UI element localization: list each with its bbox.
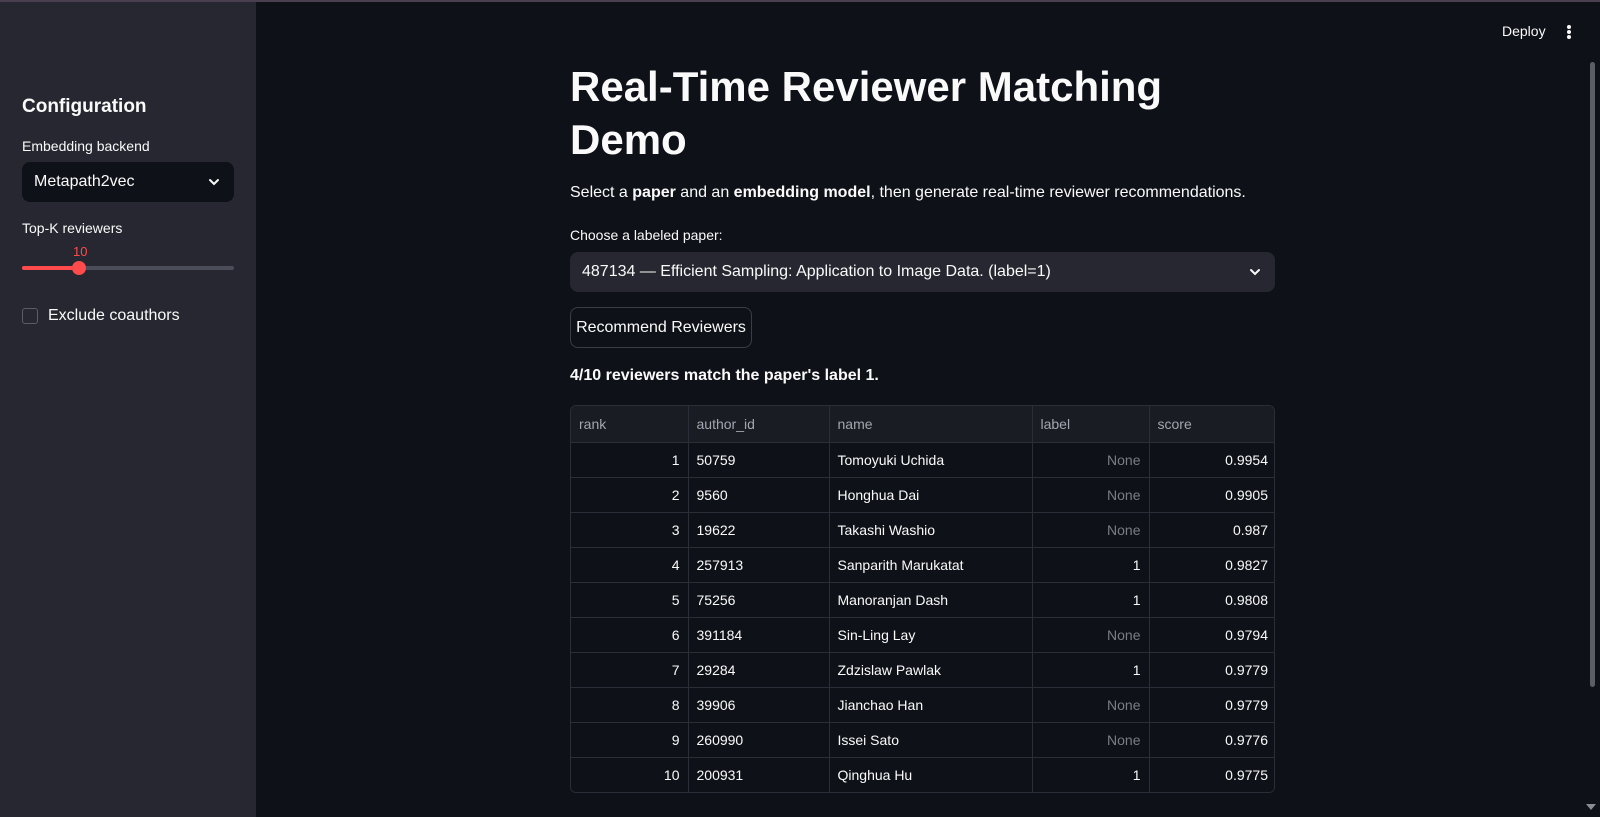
cell-name[interactable]: Issei Sato — [829, 722, 1033, 758]
cell-score[interactable]: 0.9827 — [1149, 547, 1274, 583]
cell-label[interactable]: 1 — [1032, 652, 1150, 688]
intro-text: Select a paper and an embedding model, t… — [570, 184, 1246, 201]
cell-name[interactable]: Zdzislaw Pawlak — [829, 652, 1033, 688]
cell-name[interactable]: Manoranjan Dash — [829, 582, 1033, 618]
cell-label[interactable]: 1 — [1032, 582, 1150, 618]
cell-score[interactable]: 0.9794 — [1149, 617, 1274, 653]
exclude-coauthors-label: Exclude coauthors — [48, 307, 180, 324]
cell-rank[interactable]: 5 — [571, 582, 689, 618]
backend-select-value: Metapath2vec — [34, 173, 135, 190]
backend-select[interactable]: Metapath2vec — [22, 162, 234, 202]
paper-select[interactable]: 487134 — Efficient Sampling: Application… — [570, 252, 1275, 292]
topk-label: Top-K reviewers — [22, 220, 123, 236]
cell-rank[interactable]: 4 — [571, 547, 689, 583]
main-menu-icon[interactable] — [1563, 22, 1575, 42]
cell-label[interactable]: 1 — [1032, 547, 1150, 583]
paper-select-label: Choose a labeled paper: — [570, 227, 723, 243]
cell-score[interactable]: 0.987 — [1149, 512, 1274, 548]
cell-score[interactable]: 0.9954 — [1149, 442, 1274, 478]
scroll-down-icon[interactable] — [1586, 804, 1596, 810]
cell-score[interactable]: 0.9779 — [1149, 687, 1274, 723]
table-row: 8 39906 Jianchao Han None 0.9779 — [571, 687, 1274, 723]
column-header-label[interactable]: label — [1032, 406, 1150, 443]
table-row: 2 9560 Honghua Dai None 0.9905 — [571, 477, 1274, 513]
cell-name[interactable]: Sin-Ling Lay — [829, 617, 1033, 653]
cell-score[interactable]: 0.9779 — [1149, 652, 1274, 688]
column-header-score[interactable]: score — [1149, 406, 1274, 443]
recommend-reviewers-button[interactable]: Recommend Reviewers — [570, 307, 752, 348]
sidebar-title: Configuration — [22, 96, 147, 117]
cell-rank[interactable]: 8 — [571, 687, 689, 723]
cell-label[interactable]: 1 — [1032, 757, 1150, 792]
cell-name[interactable]: Jianchao Han — [829, 687, 1033, 723]
cell-rank[interactable]: 7 — [571, 652, 689, 688]
cell-author-id[interactable]: 75256 — [688, 582, 830, 618]
table-row: 10 200931 Qinghua Hu 1 0.9775 — [571, 757, 1274, 792]
cell-name[interactable]: Tomoyuki Uchida — [829, 442, 1033, 478]
cell-name[interactable]: Qinghua Hu — [829, 757, 1033, 792]
table-row: 7 29284 Zdzislaw Pawlak 1 0.9779 — [571, 652, 1274, 688]
table-row: 3 19622 Takashi Washio None 0.987 — [571, 512, 1274, 548]
page-title: Real-Time Reviewer Matching Demo — [570, 63, 1163, 163]
cell-label[interactable]: None — [1032, 442, 1150, 478]
cell-author-id[interactable]: 257913 — [688, 547, 830, 583]
cell-score[interactable]: 0.9808 — [1149, 582, 1274, 618]
exclude-coauthors-checkbox[interactable] — [22, 308, 38, 324]
cell-score[interactable]: 0.9775 — [1149, 757, 1274, 792]
cell-name[interactable]: Takashi Washio — [829, 512, 1033, 548]
cell-rank[interactable]: 3 — [571, 512, 689, 548]
table-row: 4 257913 Sanparith Marukatat 1 0.9827 — [571, 547, 1274, 583]
cell-label[interactable]: None — [1032, 477, 1150, 513]
chevron-down-icon — [209, 179, 219, 186]
table-row: 9 260990 Issei Sato None 0.9776 — [571, 722, 1274, 758]
match-summary: 4/10 reviewers match the paper's label 1… — [570, 367, 879, 384]
cell-rank[interactable]: 1 — [571, 442, 689, 478]
cell-label[interactable]: None — [1032, 722, 1150, 758]
cell-author-id[interactable]: 200931 — [688, 757, 830, 792]
cell-name[interactable]: Sanparith Marukatat — [829, 547, 1033, 583]
cell-author-id[interactable]: 260990 — [688, 722, 830, 758]
exclude-coauthors-toggle[interactable]: Exclude coauthors — [22, 307, 180, 325]
deploy-button[interactable]: Deploy — [1502, 23, 1546, 39]
cell-rank[interactable]: 9 — [571, 722, 689, 758]
cell-author-id[interactable]: 50759 — [688, 442, 830, 478]
cell-label[interactable]: None — [1032, 617, 1150, 653]
chevron-down-icon — [1250, 269, 1260, 276]
cell-author-id[interactable]: 39906 — [688, 687, 830, 723]
table-row: 1 50759 Tomoyuki Uchida None 0.9954 — [571, 442, 1274, 478]
backend-label: Embedding backend — [22, 138, 150, 154]
table-row: 5 75256 Manoranjan Dash 1 0.9808 — [571, 582, 1274, 618]
reviewers-table: rank author_id name label score 1 50759 Tomoyu… — [570, 405, 1275, 793]
cell-author-id[interactable]: 9560 — [688, 477, 830, 513]
cell-rank[interactable]: 6 — [571, 617, 689, 653]
cell-name[interactable]: Honghua Dai — [829, 477, 1033, 513]
topk-slider[interactable] — [22, 261, 234, 275]
cell-label[interactable]: None — [1032, 687, 1150, 723]
cell-score[interactable]: 0.9905 — [1149, 477, 1274, 513]
cell-score[interactable]: 0.9776 — [1149, 722, 1274, 758]
cell-author-id[interactable]: 29284 — [688, 652, 830, 688]
topk-slider-value: 10 — [73, 244, 88, 259]
sidebar: Configuration Embedding backend Metapath… — [0, 2, 256, 817]
cell-label[interactable]: None — [1032, 512, 1150, 548]
column-header-name[interactable]: name — [829, 406, 1033, 443]
paper-select-value: 487134 — Efficient Sampling: Application… — [582, 263, 1051, 280]
topk-slider-fill — [22, 266, 80, 270]
cell-rank[interactable]: 2 — [571, 477, 689, 513]
topk-slider-thumb[interactable] — [72, 261, 87, 275]
cell-author-id[interactable]: 391184 — [688, 617, 830, 653]
column-header-rank[interactable]: rank — [571, 406, 689, 443]
column-header-author-id[interactable]: author_id — [688, 406, 830, 443]
cell-author-id[interactable]: 19622 — [688, 512, 830, 548]
cell-rank[interactable]: 10 — [571, 757, 689, 792]
table-row: 6 391184 Sin-Ling Lay None 0.9794 — [571, 617, 1274, 653]
scrollbar[interactable] — [1590, 62, 1595, 687]
